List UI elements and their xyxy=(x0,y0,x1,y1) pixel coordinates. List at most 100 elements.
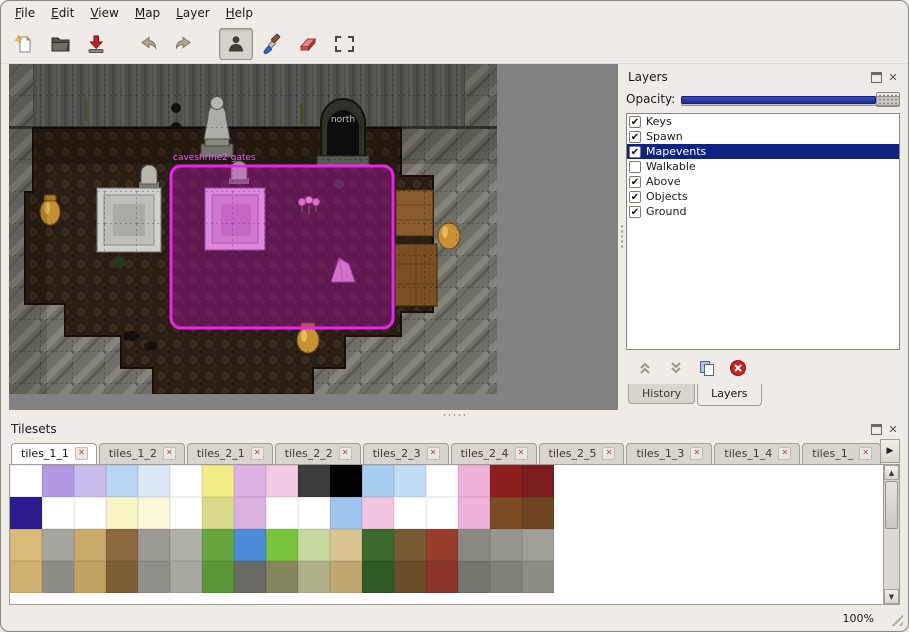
tab-close-icon[interactable]: ✕ xyxy=(427,447,440,460)
layer-row-walkable[interactable]: Walkable xyxy=(627,159,899,174)
open-button[interactable] xyxy=(43,28,77,60)
tileset-tile[interactable] xyxy=(522,561,554,593)
tileset-tile[interactable] xyxy=(298,497,330,529)
tileset-tile[interactable] xyxy=(10,529,42,561)
tileset-tile[interactable] xyxy=(138,529,170,561)
brush-tool-button[interactable] xyxy=(255,28,289,60)
map-canvas[interactable]: north xyxy=(9,64,618,410)
tileset-tile[interactable] xyxy=(202,465,234,497)
tileset-tile[interactable] xyxy=(42,497,74,529)
undo-button[interactable] xyxy=(131,28,165,60)
tileset-tile[interactable] xyxy=(426,529,458,561)
tab-close-icon[interactable]: ✕ xyxy=(251,447,264,460)
tileset-tile[interactable] xyxy=(106,497,138,529)
tileset-tile[interactable] xyxy=(394,561,426,593)
tileset-tile[interactable] xyxy=(458,497,490,529)
resize-grip[interactable] xyxy=(888,611,903,626)
lower-layer-button[interactable] xyxy=(667,359,685,380)
menu-file[interactable]: File xyxy=(7,3,43,23)
tileset-tab-tiles_2_2[interactable]: tiles_2_2✕ xyxy=(275,443,361,464)
tab-close-icon[interactable]: ✕ xyxy=(163,447,176,460)
scroll-down-button[interactable]: ▼ xyxy=(884,589,899,604)
tileset-tile[interactable] xyxy=(522,529,554,561)
tileset-tile[interactable] xyxy=(202,529,234,561)
tileset-tab-tiles_2_4[interactable]: tiles_2_4✕ xyxy=(451,443,537,464)
tileset-tile[interactable] xyxy=(458,465,490,497)
tileset-tile[interactable] xyxy=(426,465,458,497)
tileset-tile[interactable] xyxy=(10,465,42,497)
layer-visibility-checkbox[interactable]: ✔ xyxy=(629,206,641,218)
tileset-tile[interactable] xyxy=(10,561,42,593)
redo-button[interactable] xyxy=(167,28,201,60)
tileset-tile[interactable] xyxy=(266,529,298,561)
tileset-tile[interactable] xyxy=(298,465,330,497)
tileset-tab-tiles_1_2[interactable]: tiles_1_2✕ xyxy=(99,443,185,464)
tileset-tile[interactable] xyxy=(74,529,106,561)
tileset-tile[interactable] xyxy=(234,497,266,529)
select-tool-button[interactable] xyxy=(327,28,361,60)
tileset-tile[interactable] xyxy=(458,561,490,593)
tileset-tile[interactable] xyxy=(202,497,234,529)
layer-row-above[interactable]: ✔Above xyxy=(627,174,899,189)
tileset-tab-tiles_2_5[interactable]: tiles_2_5✕ xyxy=(539,443,625,464)
tileset-tile[interactable] xyxy=(234,561,266,593)
layer-row-keys[interactable]: ✔Keys xyxy=(627,114,899,129)
menu-map[interactable]: Map xyxy=(127,3,168,23)
tileset-tile[interactable] xyxy=(266,497,298,529)
tileset-tab-tiles_1_3[interactable]: tiles_1_3✕ xyxy=(626,443,712,464)
tab-close-icon[interactable]: ✕ xyxy=(515,447,528,460)
layer-row-spawn[interactable]: ✔Spawn xyxy=(627,129,899,144)
tileset-tile[interactable] xyxy=(330,497,362,529)
tileset-tile[interactable] xyxy=(234,529,266,561)
dock-tab-layers[interactable]: Layers xyxy=(697,384,761,406)
tileset-tile[interactable] xyxy=(426,497,458,529)
tileset-tile[interactable] xyxy=(266,465,298,497)
save-button[interactable] xyxy=(79,28,113,60)
tileset-tile[interactable] xyxy=(42,561,74,593)
tileset-tile[interactable] xyxy=(106,561,138,593)
tileset-tile[interactable] xyxy=(298,561,330,593)
menu-view[interactable]: View xyxy=(82,3,126,23)
scrollbar-track[interactable] xyxy=(884,480,899,589)
tileset-tile[interactable] xyxy=(522,497,554,529)
tileset-tile[interactable] xyxy=(234,465,266,497)
tileset-tile[interactable] xyxy=(170,465,202,497)
raise-layer-button[interactable] xyxy=(636,359,654,380)
tileset-tile[interactable] xyxy=(138,497,170,529)
tileset-tile[interactable] xyxy=(10,497,42,529)
tileset-tab-tiles_2_1[interactable]: tiles_2_1✕ xyxy=(187,443,273,464)
tileset-scrollbar[interactable]: ▲ ▼ xyxy=(883,465,899,604)
layer-visibility-checkbox[interactable]: ✔ xyxy=(629,131,641,143)
tileset-tile[interactable] xyxy=(490,497,522,529)
opacity-slider-handle[interactable] xyxy=(876,92,900,107)
tab-close-icon[interactable]: ✕ xyxy=(778,447,791,460)
tileset-tile[interactable] xyxy=(42,529,74,561)
tileset-tile[interactable] xyxy=(362,529,394,561)
layer-visibility-checkbox[interactable]: ✔ xyxy=(629,116,641,128)
tileset-tile[interactable] xyxy=(362,465,394,497)
tileset-tile[interactable] xyxy=(74,465,106,497)
float-dock-button[interactable] xyxy=(869,422,883,436)
tab-close-icon[interactable]: ✕ xyxy=(859,447,872,460)
tileset-tile[interactable] xyxy=(330,529,362,561)
new-button[interactable] xyxy=(7,28,41,60)
opacity-slider[interactable] xyxy=(681,92,900,107)
menu-help[interactable]: Help xyxy=(218,3,261,23)
layer-row-mapevents[interactable]: ✔Mapevents xyxy=(627,144,899,159)
tileset-tile[interactable] xyxy=(74,561,106,593)
tileset-tile[interactable] xyxy=(106,465,138,497)
menu-edit[interactable]: Edit xyxy=(43,3,82,23)
tileset-tile[interactable] xyxy=(522,465,554,497)
tileset-tile[interactable] xyxy=(394,497,426,529)
scrollbar-thumb[interactable] xyxy=(885,481,898,529)
map-selection[interactable] xyxy=(171,166,393,328)
tileset-tile[interactable] xyxy=(458,529,490,561)
tileset-tile[interactable] xyxy=(330,465,362,497)
tileset-tile[interactable] xyxy=(42,465,74,497)
tileset-tile[interactable] xyxy=(266,561,298,593)
tab-close-icon[interactable]: ✕ xyxy=(690,447,703,460)
tileset-tile[interactable] xyxy=(330,561,362,593)
tileset-grid[interactable] xyxy=(10,465,554,604)
tileset-tile[interactable] xyxy=(106,529,138,561)
tileset-tile[interactable] xyxy=(490,529,522,561)
